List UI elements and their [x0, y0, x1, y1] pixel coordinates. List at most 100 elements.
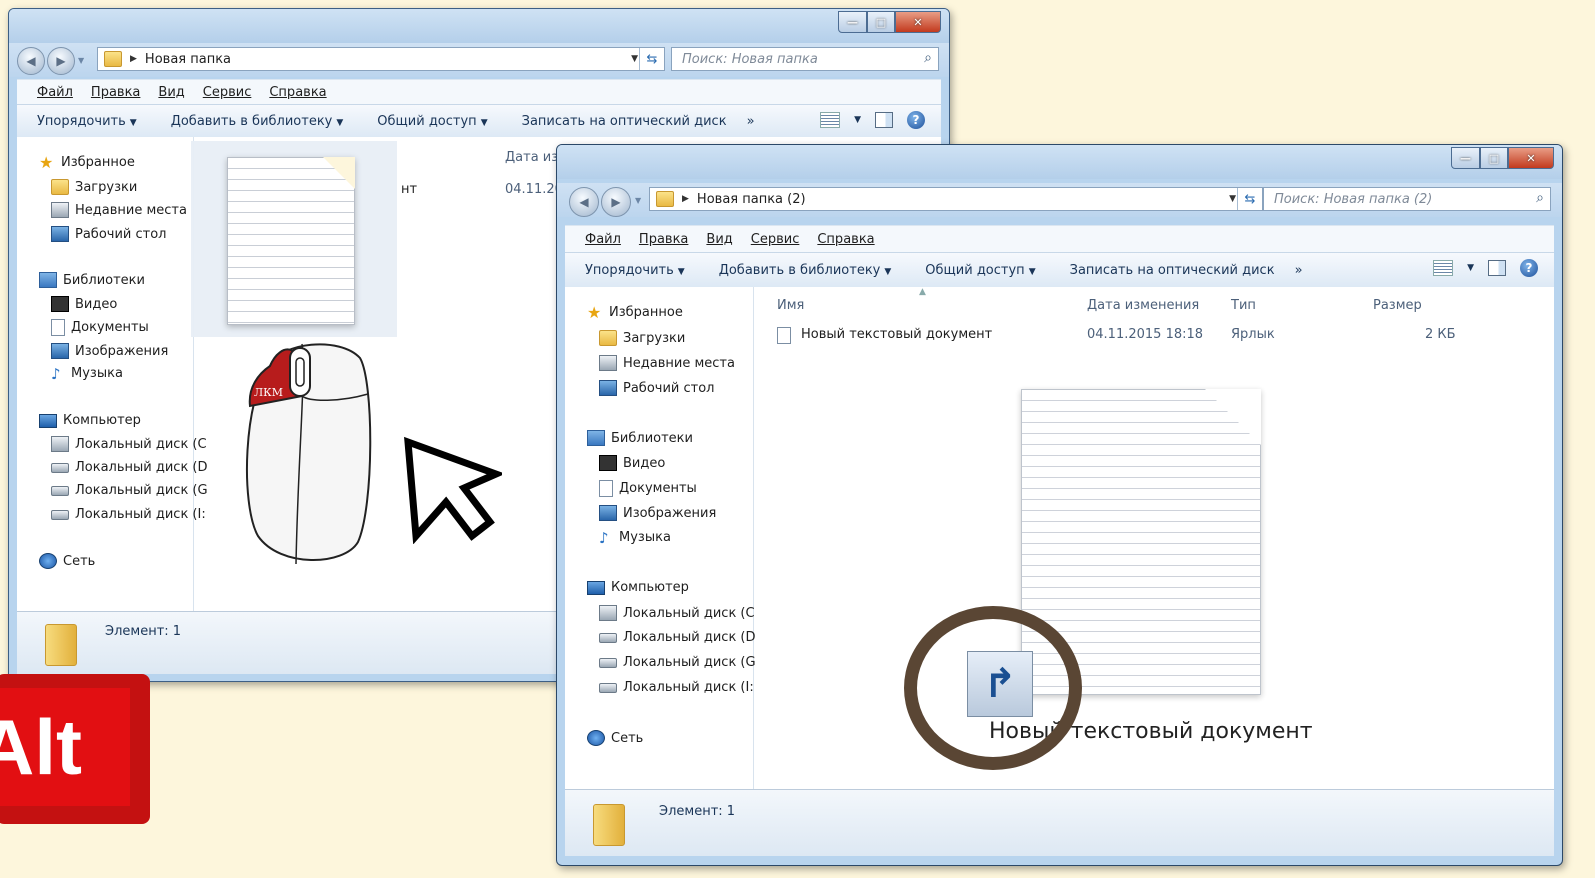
nav-disk-d[interactable]: Локальный диск (D [599, 630, 756, 645]
nav-downloads[interactable]: Загрузки [51, 179, 137, 195]
back-button[interactable]: ◀ [569, 187, 599, 217]
menu-bar: Файл Правка Вид Сервис Справка [17, 79, 941, 104]
nav-video[interactable]: Видео [599, 455, 665, 471]
video-icon [599, 455, 617, 471]
alt-key-label: Alt [0, 688, 130, 806]
close-button[interactable]: ✕ [1508, 147, 1554, 169]
share-button[interactable]: Общий доступ ▼ [377, 114, 487, 129]
nav-disk-i[interactable]: Локальный диск (I: [599, 680, 754, 695]
help-icon[interactable]: ? [1520, 259, 1538, 277]
menu-tools[interactable]: Сервис [203, 85, 252, 100]
history-dropdown-icon[interactable]: ▼ [78, 56, 84, 65]
menu-view[interactable]: Вид [706, 232, 732, 247]
search-icon[interactable]: ⌕ [1536, 190, 1544, 206]
menu-help[interactable]: Справка [269, 85, 326, 100]
title-bar[interactable]: — □ ✕ [557, 145, 1562, 179]
view-options-icon[interactable] [820, 112, 841, 128]
libraries-icon [587, 430, 605, 446]
menu-file[interactable]: Файл [585, 232, 621, 247]
minimize-button[interactable]: — [838, 11, 867, 33]
menu-edit[interactable]: Правка [639, 232, 688, 247]
column-header-name[interactable]: Имя [777, 293, 804, 317]
address-dropdown-icon[interactable]: ▼ [631, 54, 638, 64]
breadcrumb-arrow-icon: ▶ [130, 54, 137, 64]
menu-edit[interactable]: Правка [91, 85, 140, 100]
burn-disc-button[interactable]: Записать на оптический диск [1070, 263, 1275, 278]
nav-recent[interactable]: Недавние места [599, 355, 735, 371]
menu-help[interactable]: Справка [817, 232, 874, 247]
share-button[interactable]: Общий доступ ▼ [925, 263, 1035, 278]
menu-file[interactable]: Файл [37, 85, 73, 100]
search-input[interactable]: Поиск: Новая папка ⌕ [671, 47, 939, 71]
more-commands-button[interactable]: » [747, 114, 755, 129]
add-to-library-button[interactable]: Добавить в библиотеку ▼ [719, 263, 892, 278]
search-input[interactable]: Поиск: Новая папка (2) ⌕ [1263, 187, 1551, 211]
maximize-button[interactable]: □ [867, 11, 895, 33]
nav-libraries[interactable]: Библиотеки [39, 272, 145, 288]
maximize-button[interactable]: □ [1480, 147, 1508, 169]
nav-computer[interactable]: Компьютер [587, 580, 689, 595]
refresh-icon[interactable]: ⇆ [639, 48, 664, 70]
nav-disk-i[interactable]: Локальный диск (I: [51, 507, 206, 522]
alt-key-badge: Alt [0, 674, 150, 824]
nav-libraries[interactable]: Библиотеки [587, 430, 693, 446]
address-bar[interactable]: ▶ Новая папка (2) ▼ ⇆ [649, 187, 1263, 211]
refresh-icon[interactable]: ⇆ [1237, 188, 1262, 210]
nav-disk-g[interactable]: Локальный диск (G [599, 655, 756, 670]
history-dropdown-icon[interactable]: ▼ [635, 196, 641, 205]
preview-pane-icon[interactable] [875, 112, 893, 128]
burn-disc-button[interactable]: Записать на оптический диск [522, 114, 727, 129]
minimize-button[interactable]: — [1451, 147, 1480, 169]
file-row[interactable]: Новый текстовый документ 04.11.2015 18:1… [775, 323, 1475, 347]
drive-icon [599, 657, 617, 668]
help-icon[interactable]: ? [907, 111, 925, 129]
nav-disk-d[interactable]: Локальный диск (D [51, 460, 208, 475]
back-button[interactable]: ◀ [17, 47, 45, 75]
chevron-down-icon: ▼ [1028, 266, 1036, 277]
column-header-size[interactable]: Размер [1373, 293, 1422, 317]
address-bar[interactable]: ▶ Новая папка ▼ ⇆ [97, 47, 665, 71]
nav-desktop[interactable]: Рабочий стол [51, 226, 166, 242]
nav-images[interactable]: Изображения [51, 343, 168, 359]
nav-video[interactable]: Видео [51, 296, 117, 312]
nav-documents[interactable]: Документы [51, 319, 149, 336]
nav-downloads[interactable]: Загрузки [599, 330, 685, 346]
explorer-window-target[interactable]: — □ ✕ ◀ ▶ ▼ ▶ Новая папка (2) ▼ ⇆ Поиск:… [556, 144, 1563, 866]
close-button[interactable]: ✕ [895, 11, 941, 33]
nav-disk-g[interactable]: Локальный диск (G [51, 483, 208, 498]
column-header-type[interactable]: Тип [1231, 293, 1256, 317]
title-bar[interactable]: — □ ✕ [9, 9, 949, 43]
organize-button[interactable]: Упорядочить ▼ [37, 114, 137, 129]
nav-network[interactable]: Сеть [39, 553, 95, 569]
view-options-icon[interactable] [1433, 260, 1454, 276]
address-text: Новая папка [144, 51, 232, 67]
view-dropdown-icon[interactable]: ▼ [854, 115, 861, 125]
forward-button[interactable]: ▶ [47, 47, 75, 75]
nav-desktop[interactable]: Рабочий стол [599, 380, 714, 396]
add-to-library-button[interactable]: Добавить в библиотеку ▼ [171, 114, 344, 129]
nav-favorites[interactable]: ★ Избранное [39, 154, 135, 170]
folder-icon [104, 51, 122, 67]
nav-music[interactable]: ♪ Музыка [51, 366, 123, 381]
nav-music[interactable]: ♪ Музыка [599, 530, 671, 545]
preview-pane-icon[interactable] [1488, 260, 1506, 276]
menu-tools[interactable]: Сервис [751, 232, 800, 247]
column-header-date[interactable]: Дата изменения [1087, 293, 1199, 317]
nav-disk-c[interactable]: Локальный диск (C [51, 436, 207, 452]
nav-documents[interactable]: Документы [599, 480, 697, 497]
nav-computer[interactable]: Компьютер [39, 413, 141, 428]
nav-network[interactable]: Сеть [587, 730, 643, 746]
nav-recent[interactable]: Недавние места [51, 202, 187, 218]
shortcut-file-icon [777, 327, 791, 344]
nav-favorites[interactable]: ★ Избранное [587, 304, 683, 320]
search-icon[interactable]: ⌕ [924, 50, 932, 66]
more-commands-button[interactable]: » [1295, 263, 1303, 278]
recent-places-icon [51, 202, 69, 218]
address-dropdown-icon[interactable]: ▼ [1229, 194, 1236, 204]
menu-view[interactable]: Вид [158, 85, 184, 100]
organize-button[interactable]: Упорядочить ▼ [585, 263, 685, 278]
nav-disk-c[interactable]: Локальный диск (C [599, 605, 755, 621]
nav-images[interactable]: Изображения [599, 505, 716, 521]
view-dropdown-icon[interactable]: ▼ [1467, 263, 1474, 273]
forward-button[interactable]: ▶ [601, 187, 631, 217]
